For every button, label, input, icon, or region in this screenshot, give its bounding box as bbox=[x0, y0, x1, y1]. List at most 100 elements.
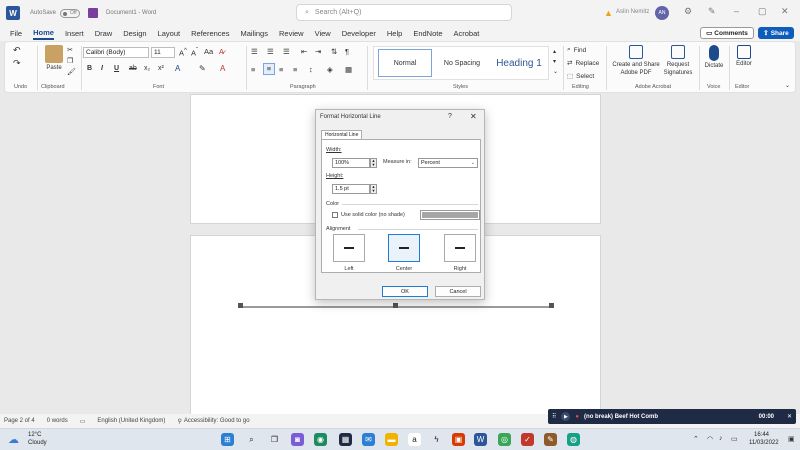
autosave[interactable]: AutoSave Off bbox=[30, 8, 81, 18]
increase-indent-icon[interactable]: ⇥ bbox=[315, 47, 321, 56]
resize-handle-right[interactable] bbox=[549, 303, 554, 308]
request-signatures-button[interactable]: Request Signatures bbox=[659, 45, 697, 77]
tab-layout[interactable]: Layout bbox=[158, 28, 181, 39]
media-notification[interactable]: ⠿ ▶ ● (no break) Beef Hot Comb 00:00 ✕ bbox=[548, 409, 796, 424]
font-color-icon[interactable]: A bbox=[220, 64, 225, 73]
avatar[interactable]: AN bbox=[655, 6, 669, 20]
find-button[interactable]: ⌕ Find bbox=[567, 46, 586, 54]
word-count[interactable]: 0 words bbox=[47, 418, 68, 424]
pilcrow-icon[interactable]: ¶ bbox=[345, 47, 349, 56]
shading-icon[interactable]: ◈ bbox=[327, 65, 333, 74]
multilevel-list-icon[interactable]: ☰ bbox=[283, 47, 290, 56]
tab-references[interactable]: References bbox=[191, 28, 229, 39]
clock-date[interactable]: 11/03/2022 bbox=[749, 440, 779, 446]
highlight-icon[interactable]: ✎ bbox=[199, 64, 206, 73]
grip-icon[interactable]: ⠿ bbox=[552, 413, 556, 420]
sort-icon[interactable]: ⇅ bbox=[331, 47, 337, 56]
format-painter-icon[interactable]: 🖌 bbox=[67, 68, 76, 76]
app-icon[interactable]: ϟ bbox=[430, 433, 443, 446]
save-icon[interactable] bbox=[88, 8, 99, 18]
select-button[interactable]: ⬚ Select bbox=[567, 72, 594, 81]
tab-file[interactable]: File bbox=[10, 28, 22, 39]
word-taskbar-icon[interactable]: W bbox=[474, 433, 487, 446]
widgets-icon[interactable]: ▦ bbox=[339, 433, 352, 446]
subscript-button[interactable]: x₂ bbox=[144, 65, 150, 72]
decrease-indent-icon[interactable]: ⇤ bbox=[301, 47, 307, 56]
redo-icon[interactable]: ↷ bbox=[13, 58, 21, 69]
styles-more-icon[interactable]: ⌄ bbox=[553, 68, 558, 75]
weather-cloud-icon[interactable]: ☁ bbox=[8, 433, 19, 446]
warning-icon[interactable]: ▲ bbox=[604, 8, 613, 18]
align-center-option[interactable] bbox=[388, 234, 420, 262]
align-left-option[interactable] bbox=[333, 234, 365, 262]
style-no-spacing[interactable]: No Spacing bbox=[434, 49, 490, 77]
battery-icon[interactable]: ▭ bbox=[731, 435, 738, 443]
clock-time[interactable]: 16:44 bbox=[754, 432, 769, 438]
replace-button[interactable]: ⇄ Replace bbox=[567, 59, 599, 68]
weather-description[interactable]: Cloudy bbox=[28, 440, 47, 446]
search-icon[interactable]: ⌕ bbox=[245, 433, 258, 446]
tab-mailings[interactable]: Mailings bbox=[240, 28, 268, 39]
tab-review[interactable]: Review bbox=[279, 28, 304, 39]
italic-button[interactable]: I bbox=[101, 65, 103, 72]
style-heading-1[interactable]: Heading 1 bbox=[490, 49, 548, 77]
align-right-option[interactable] bbox=[444, 234, 476, 262]
height-input[interactable]: 1.5 pt bbox=[332, 184, 370, 194]
dictate-button[interactable]: Dictate bbox=[702, 45, 726, 69]
solid-color-checkbox[interactable] bbox=[332, 212, 338, 218]
tab-endnote[interactable]: EndNote bbox=[413, 28, 442, 39]
maximize-icon[interactable]: ▢ bbox=[758, 6, 767, 17]
numbering-icon[interactable]: ☰ bbox=[267, 47, 274, 56]
mail-icon[interactable]: ✉ bbox=[362, 433, 375, 446]
font-name-select[interactable]: Calibri (Body) bbox=[83, 47, 149, 58]
tray-chevron-up-icon[interactable]: ⌃ bbox=[693, 435, 699, 443]
width-spinner[interactable]: ▲ ▼ bbox=[370, 158, 377, 168]
play-icon[interactable]: ▶ bbox=[561, 412, 571, 421]
tab-design[interactable]: Design bbox=[123, 28, 146, 39]
superscript-button[interactable]: x² bbox=[158, 65, 164, 72]
teams-chat-icon[interactable]: ◙ bbox=[291, 433, 304, 446]
underline-button[interactable]: U bbox=[114, 65, 119, 72]
accessibility-status[interactable]: Accessibility: Good to go bbox=[184, 418, 250, 424]
weather-temperature[interactable]: 12°C bbox=[28, 432, 41, 438]
styles-scroll-down-icon[interactable]: ▾ bbox=[553, 58, 556, 65]
help-icon[interactable]: ? bbox=[448, 113, 452, 120]
dialog-close-icon[interactable]: ✕ bbox=[470, 112, 477, 121]
grow-font-icon[interactable]: A^ bbox=[179, 47, 187, 58]
copy-icon[interactable]: ❐ bbox=[67, 57, 73, 65]
text-effects-icon[interactable]: A bbox=[175, 64, 180, 73]
tab-insert[interactable]: Insert bbox=[65, 28, 84, 39]
search-input[interactable]: ⌕ Search (Alt+Q) bbox=[296, 4, 512, 21]
proofing-icon[interactable]: ▭ bbox=[80, 418, 86, 425]
settings-gear-icon[interactable]: ⚙ bbox=[684, 6, 692, 17]
page-count[interactable]: Page 2 of 4 bbox=[4, 418, 35, 424]
media-close-icon[interactable]: ✕ bbox=[787, 413, 792, 420]
bold-button[interactable]: B bbox=[87, 65, 92, 72]
resize-handle-left[interactable] bbox=[238, 303, 243, 308]
color-select[interactable] bbox=[420, 210, 480, 220]
height-spinner[interactable]: ▲ ▼ bbox=[370, 184, 377, 194]
create-share-pdf-button[interactable]: Create and Share Adobe PDF bbox=[611, 45, 661, 77]
comments-button[interactable]: ▭ Comments bbox=[700, 27, 754, 39]
chrome-icon[interactable]: ◎ bbox=[498, 433, 511, 446]
minimize-icon[interactable]: – bbox=[734, 6, 739, 16]
collapse-ribbon-icon[interactable]: ⌄ bbox=[785, 82, 790, 89]
style-normal[interactable]: Normal bbox=[378, 49, 432, 77]
edge-icon[interactable]: ◉ bbox=[314, 433, 327, 446]
editor-button[interactable]: Editor bbox=[732, 45, 756, 67]
align-left-icon[interactable]: ≡ bbox=[251, 65, 255, 74]
tab-developer[interactable]: Developer bbox=[342, 28, 376, 39]
tab-acrobat[interactable]: Acrobat bbox=[454, 28, 480, 39]
file-explorer-icon[interactable]: ▬ bbox=[385, 433, 398, 446]
volume-icon[interactable]: ♪ bbox=[719, 435, 723, 442]
bullets-icon[interactable]: ☰ bbox=[251, 47, 258, 56]
justify-icon[interactable]: ≡ bbox=[293, 65, 297, 74]
close-icon[interactable]: ✕ bbox=[781, 6, 789, 17]
cancel-button[interactable]: Cancel bbox=[435, 286, 481, 297]
task-view-icon[interactable]: ❐ bbox=[268, 433, 281, 446]
office-icon[interactable]: ▣ bbox=[452, 433, 465, 446]
app-badge-icon[interactable]: ◍ bbox=[567, 433, 580, 446]
paint-icon[interactable]: ✎ bbox=[544, 433, 557, 446]
tab-help[interactable]: Help bbox=[387, 28, 402, 39]
todo-icon[interactable]: ✓ bbox=[521, 433, 534, 446]
